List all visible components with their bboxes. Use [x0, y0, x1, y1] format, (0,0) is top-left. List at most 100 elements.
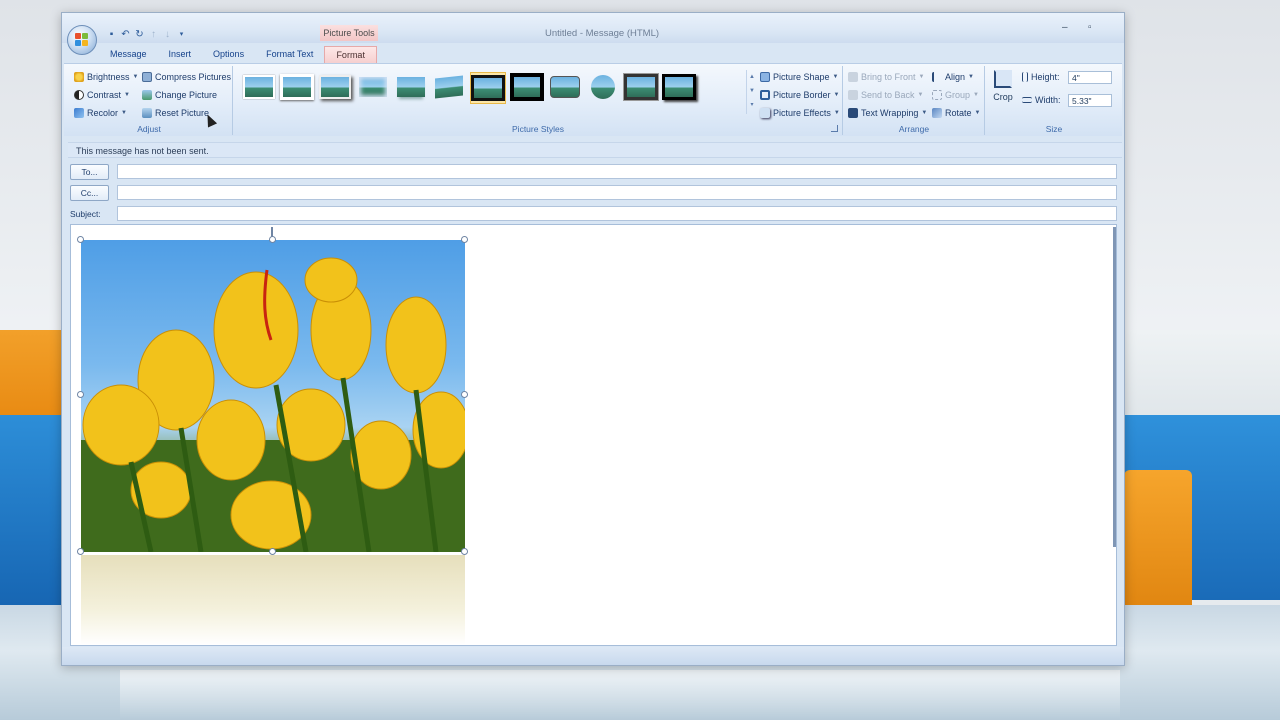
width-label-text: Width: [1035, 95, 1061, 105]
picture-shape-button[interactable]: Picture Shape ▼ [760, 70, 839, 84]
crop-button[interactable]: Crop [990, 68, 1016, 108]
style-thumb-rounded[interactable] [548, 72, 582, 102]
picture-border-button[interactable]: Picture Border ▼ [760, 88, 839, 102]
group-icon [932, 90, 942, 100]
height-label: Height: [1022, 70, 1060, 84]
group-button[interactable]: Group ▼ [932, 88, 979, 102]
cc-field[interactable] [117, 185, 1117, 200]
status-bar [62, 647, 1124, 665]
office-logo-icon [75, 33, 89, 47]
resize-handle-left[interactable] [77, 391, 84, 398]
picture-tools-context-header: Picture Tools [320, 25, 378, 41]
resize-handle-bottom-left[interactable] [77, 548, 84, 555]
brightness-label: Brightness [87, 72, 130, 82]
change-picture-label: Change Picture [155, 90, 218, 100]
recolor-label: Recolor [87, 108, 119, 118]
reset-picture-label: Reset Picture [155, 108, 210, 118]
contrast-icon [74, 90, 84, 100]
style-thumb-perspective[interactable] [432, 72, 466, 102]
title-bar: ▪ ↶ ↻ ↑ ↓ ▾ Picture Tools Untitled - Mes… [62, 13, 1124, 43]
resize-handle-top-left[interactable] [77, 236, 84, 243]
style-thumb-soft-edge[interactable] [356, 72, 390, 102]
contrast-label: Contrast [87, 90, 122, 100]
window-title: Untitled - Message (HTML) [544, 28, 660, 39]
send-to-back-label: Send to Back [861, 90, 915, 100]
contrast-button[interactable]: Contrast ▼ [74, 88, 130, 102]
width-input[interactable]: 5.33" [1068, 94, 1112, 107]
bring-to-front-icon [848, 72, 858, 82]
undo-icon[interactable]: ↶ [120, 29, 131, 40]
next-item-icon[interactable]: ↓ [162, 29, 173, 40]
resize-handle-top-right[interactable] [461, 236, 468, 243]
height-input[interactable]: 4" [1068, 71, 1112, 84]
tab-format-text[interactable]: Format Text [255, 46, 324, 62]
resize-handle-bottom-right[interactable] [461, 548, 468, 555]
recolor-button[interactable]: Recolor ▼ [74, 106, 127, 120]
picture-styles-group-label: Picture Styles [512, 124, 564, 134]
background-orange-chair-right [1124, 470, 1192, 612]
align-button[interactable]: Align ▼ [932, 70, 974, 84]
resize-handle-top[interactable] [269, 236, 276, 243]
tab-insert[interactable]: Insert [158, 46, 203, 62]
picture-effects-icon [760, 108, 770, 118]
subject-field[interactable] [117, 206, 1117, 221]
style-thumb-oval[interactable] [586, 72, 620, 102]
resize-handle-right[interactable] [461, 391, 468, 398]
arrange-group: Bring to Front ▼ Send to Back ▼ Text Wrapp… [844, 66, 985, 135]
style-thumb-thick-black[interactable] [510, 72, 544, 102]
rotate-label: Rotate [945, 108, 972, 118]
tab-format[interactable]: Format [324, 46, 377, 63]
picture-effects-label: Picture Effects [773, 108, 831, 118]
redo-icon[interactable]: ↻ [134, 29, 145, 40]
to-field[interactable] [117, 164, 1117, 179]
resize-handle-bottom[interactable] [269, 548, 276, 555]
ribbon: Brightness ▼ Contrast ▼ Recolor ▼ Compress … [64, 63, 1122, 136]
gallery-scroll-buttons[interactable]: ▲ ▼ ▾ [746, 70, 757, 114]
background-orange-panel-left [0, 330, 62, 420]
compress-pictures-button[interactable]: Compress Pictures [142, 70, 231, 84]
info-bar: This message has not been sent. [68, 142, 1122, 158]
maximize-button[interactable]: ▫ [1088, 22, 1092, 33]
cc-button[interactable]: Cc... [70, 185, 109, 201]
picture-styles-gallery [242, 72, 742, 106]
quick-access-toolbar: ▪ ↶ ↻ ↑ ↓ ▾ [106, 27, 187, 41]
save-icon[interactable]: ▪ [106, 29, 117, 40]
tulip-picture-art [81, 257, 465, 552]
rotate-button[interactable]: Rotate ▼ [932, 106, 980, 120]
style-thumb-shadow[interactable] [318, 72, 352, 102]
reset-picture-button[interactable]: Reset Picture [142, 106, 209, 120]
office-button[interactable] [67, 25, 97, 55]
send-to-back-button[interactable]: Send to Back ▼ [848, 88, 924, 102]
to-button[interactable]: To... [70, 164, 109, 180]
picture-effects-button[interactable]: Picture Effects ▼ [760, 106, 840, 120]
previous-item-icon[interactable]: ↑ [148, 29, 159, 40]
width-icon [1022, 97, 1032, 103]
change-picture-button[interactable]: Change Picture [142, 88, 217, 102]
picture-border-label: Picture Border [773, 90, 831, 100]
message-body[interactable] [70, 224, 1117, 646]
bring-to-front-button[interactable]: Bring to Front ▼ [848, 70, 924, 84]
style-thumb-white-frame[interactable] [280, 72, 314, 102]
crop-label: Crop [993, 92, 1013, 102]
text-wrapping-button[interactable]: Text Wrapping ▼ [848, 106, 927, 120]
size-group-label: Size [1045, 124, 1063, 134]
style-thumb-simple-frame[interactable] [242, 72, 276, 102]
compress-icon [142, 72, 152, 82]
style-thumb-black-frame-selected[interactable] [470, 72, 506, 104]
sun-icon [74, 72, 84, 82]
style-thumb-dark-bevel[interactable] [624, 72, 658, 102]
customize-qat-icon[interactable]: ▾ [176, 29, 187, 40]
reset-picture-icon [142, 108, 152, 118]
style-thumb-black-shadow[interactable] [662, 72, 696, 102]
style-thumb-reflected[interactable] [394, 72, 428, 102]
minimize-button[interactable]: – [1062, 22, 1068, 33]
tab-message[interactable]: Message [99, 46, 158, 62]
tab-options[interactable]: Options [202, 46, 255, 62]
rotate-icon [932, 108, 942, 118]
body-scrollbar[interactable] [1113, 227, 1116, 547]
brightness-button[interactable]: Brightness ▼ [74, 70, 138, 84]
tulip-picture[interactable] [81, 240, 465, 552]
group-label: Group [945, 90, 971, 100]
rotation-handle[interactable] [271, 227, 273, 237]
height-icon [1022, 72, 1028, 82]
